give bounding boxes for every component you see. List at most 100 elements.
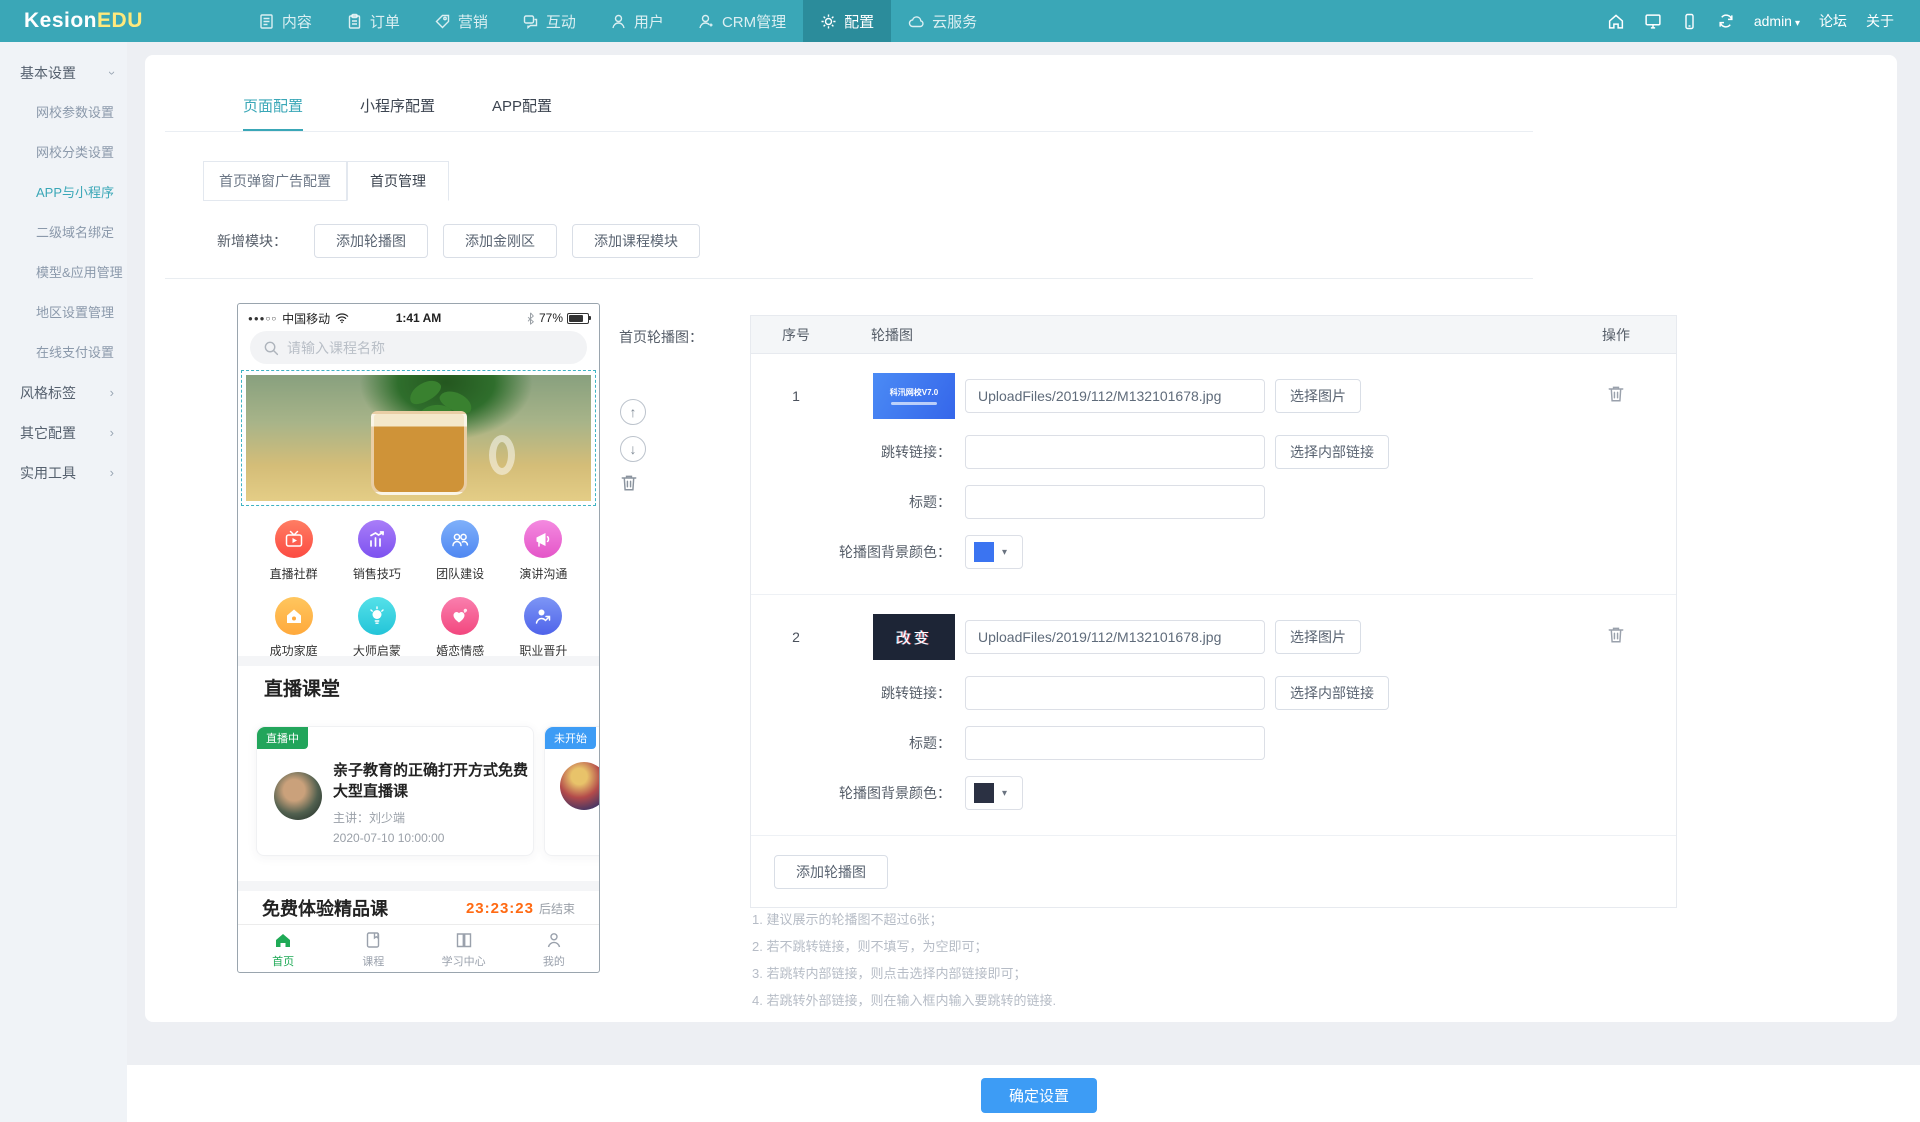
image-path-input[interactable] bbox=[965, 379, 1265, 413]
grid-item-sales-skills[interactable]: 销售技巧 bbox=[335, 520, 418, 582]
topnav-item-cloud[interactable]: 云服务 bbox=[891, 0, 994, 42]
topnav-item-crm[interactable]: CRM管理 bbox=[681, 0, 803, 42]
sidebar-item-model-app-management[interactable]: 模型&应用管理 bbox=[0, 253, 127, 293]
grid-item-career-promotion[interactable]: 职业晋升 bbox=[502, 597, 585, 659]
about-link[interactable]: 关于 bbox=[1866, 11, 1894, 31]
sidebar-group-other-config[interactable]: 其它配置› bbox=[0, 413, 127, 453]
help-notes: 1. 建议展示的轮播图不超过6张； 2. 若不跳转链接，则不填写，为空即可； 3… bbox=[752, 906, 1056, 1014]
battery-icon bbox=[567, 313, 589, 324]
forum-link[interactable]: 论坛 bbox=[1819, 11, 1847, 31]
open-book-icon bbox=[454, 930, 474, 950]
delete-module-button[interactable] bbox=[620, 473, 646, 492]
tab-home-popup-ad[interactable]: 首页弹窗广告配置 bbox=[203, 161, 347, 201]
header-image: 轮播图 bbox=[841, 325, 1265, 345]
topnav-menu: 内容 订单 营销 互动 用户 CRM管理 bbox=[241, 0, 994, 42]
brand-logo[interactable]: KesionEDU bbox=[24, 9, 143, 33]
topnav-item-interaction[interactable]: 互动 bbox=[505, 0, 593, 42]
topnav-item-label: 内容 bbox=[282, 11, 312, 32]
grid-item-love-emotion[interactable]: 婚恋情感 bbox=[419, 597, 502, 659]
sidebar-group-utilities[interactable]: 实用工具› bbox=[0, 453, 127, 493]
quick-nav-grid: 直播社群 销售技巧 团队建设 演讲沟通 bbox=[238, 520, 599, 659]
bg-color-label: 轮播图背景颜色： bbox=[751, 783, 965, 803]
title-input[interactable] bbox=[965, 726, 1265, 760]
topnav-item-config[interactable]: 配置 bbox=[803, 0, 891, 42]
chevron-down-icon: ▾ bbox=[1795, 18, 1800, 29]
sidebar-item-school-params[interactable]: 网校参数设置 bbox=[0, 93, 127, 133]
sidebar-item-subdomain-binding[interactable]: 二级域名绑定 bbox=[0, 213, 127, 253]
tab-home-management[interactable]: 首页管理 bbox=[347, 161, 449, 201]
sidebar-group-label: 其它配置 bbox=[20, 425, 76, 441]
mobile-icon[interactable] bbox=[1681, 13, 1698, 30]
wifi-icon bbox=[335, 312, 349, 324]
choose-image-button[interactable]: 选择图片 bbox=[1275, 620, 1361, 654]
tab-miniprogram-config[interactable]: 小程序配置 bbox=[360, 83, 435, 131]
sync-icon[interactable] bbox=[1717, 12, 1735, 30]
add-kingkong-module-button[interactable]: 添加金刚区 bbox=[443, 224, 557, 258]
topnav-item-content[interactable]: 内容 bbox=[241, 0, 329, 42]
bg-color-picker[interactable]: ▾ bbox=[965, 535, 1023, 569]
gear-icon bbox=[820, 13, 837, 30]
add-carousel-module-button[interactable]: 添加轮播图 bbox=[314, 224, 428, 258]
topnav-item-orders[interactable]: 订单 bbox=[329, 0, 417, 42]
book-icon bbox=[363, 930, 383, 950]
carousel-module-selected[interactable] bbox=[241, 370, 596, 506]
monitor-icon[interactable] bbox=[1644, 12, 1662, 30]
image-path-input[interactable] bbox=[965, 620, 1265, 654]
topnav-item-users[interactable]: 用户 bbox=[593, 0, 681, 42]
house-icon bbox=[275, 597, 313, 635]
sidebar-group-style-tags[interactable]: 风格标签› bbox=[0, 373, 127, 413]
countdown-timer: 23:23:23 bbox=[466, 900, 534, 917]
sidebar-item-online-payment[interactable]: 在线支付设置 bbox=[0, 333, 127, 373]
tab-page-config[interactable]: 页面配置 bbox=[243, 83, 303, 131]
link-input[interactable] bbox=[965, 676, 1265, 710]
grid-item-team-building[interactable]: 团队建设 bbox=[419, 520, 502, 582]
header-action: 操作 bbox=[1556, 325, 1676, 345]
bg-color-picker[interactable]: ▾ bbox=[965, 776, 1023, 810]
choose-internal-link-button[interactable]: 选择内部链接 bbox=[1275, 435, 1389, 469]
app-window: KesionEDU 内容 订单 营销 互动 用户 bbox=[0, 0, 1920, 1122]
choose-internal-link-button[interactable]: 选择内部链接 bbox=[1275, 676, 1389, 710]
phone-search-bar[interactable] bbox=[250, 331, 587, 364]
course-time: 2020-07-10 10:00:00 bbox=[333, 831, 444, 845]
course-title: 亲子教育的正确打开方式免费大型直播课 bbox=[333, 760, 529, 802]
sidebar-group-label: 基本设置 bbox=[20, 65, 76, 81]
delete-row-button[interactable] bbox=[1556, 625, 1676, 649]
course-teacher: 主讲：刘少端 bbox=[333, 809, 405, 826]
choose-image-button[interactable]: 选择图片 bbox=[1275, 379, 1361, 413]
confirm-settings-button[interactable]: 确定设置 bbox=[981, 1078, 1097, 1113]
home-icon[interactable] bbox=[1607, 12, 1625, 30]
help-note: 4. 若跳转外部链接，则在输入框内输入要跳转的链接. bbox=[752, 987, 1056, 1014]
sidebar-item-school-categories[interactable]: 网校分类设置 bbox=[0, 133, 127, 173]
grid-item-successful-family[interactable]: 成功家庭 bbox=[252, 597, 335, 659]
clipboard-icon bbox=[346, 13, 363, 30]
add-carousel-row-button[interactable]: 添加轮播图 bbox=[774, 855, 888, 889]
title-input[interactable] bbox=[965, 485, 1265, 519]
tab-app-config[interactable]: APP配置 bbox=[492, 83, 552, 131]
sidebar-item-region-settings[interactable]: 地区设置管理 bbox=[0, 293, 127, 333]
glass-handle-decor bbox=[489, 435, 515, 475]
grid-item-live-community[interactable]: 直播社群 bbox=[252, 520, 335, 582]
topnav-item-label: 互动 bbox=[546, 11, 576, 32]
move-up-button[interactable]: ↑ bbox=[620, 399, 646, 425]
sidebar-group-basic-settings[interactable]: 基本设置› bbox=[0, 53, 127, 93]
sidebar-item-app-miniprogram[interactable]: APP与小程序 bbox=[0, 173, 127, 213]
account-menu[interactable]: admin▾ bbox=[1754, 13, 1800, 29]
topnav-item-marketing[interactable]: 营销 bbox=[417, 0, 505, 42]
link-label: 跳转链接： bbox=[751, 683, 965, 703]
delete-row-button[interactable] bbox=[1556, 384, 1676, 408]
grid-item-master-enlightenment[interactable]: 大师启蒙 bbox=[335, 597, 418, 659]
thumbnail-caption: 科汛网校V7.0 bbox=[890, 387, 938, 398]
topnav-item-label: 云服务 bbox=[932, 11, 977, 32]
section-gap bbox=[238, 656, 599, 666]
course-search-input[interactable] bbox=[287, 340, 574, 356]
grid-item-label: 演讲沟通 bbox=[519, 565, 567, 582]
phone-tab-bar: 首页 课程 学习中心 我的 bbox=[238, 924, 599, 973]
move-down-button[interactable]: ↓ bbox=[620, 436, 646, 462]
add-course-module-button[interactable]: 添加课程模块 bbox=[572, 224, 700, 258]
carousel-image-preview bbox=[246, 375, 591, 501]
help-note: 1. 建议展示的轮播图不超过6张； bbox=[752, 906, 1056, 933]
grid-item-speech-communication[interactable]: 演讲沟通 bbox=[502, 520, 585, 582]
link-input[interactable] bbox=[965, 435, 1265, 469]
topnav-item-label: 营销 bbox=[458, 11, 488, 32]
title-label: 标题： bbox=[751, 492, 965, 512]
